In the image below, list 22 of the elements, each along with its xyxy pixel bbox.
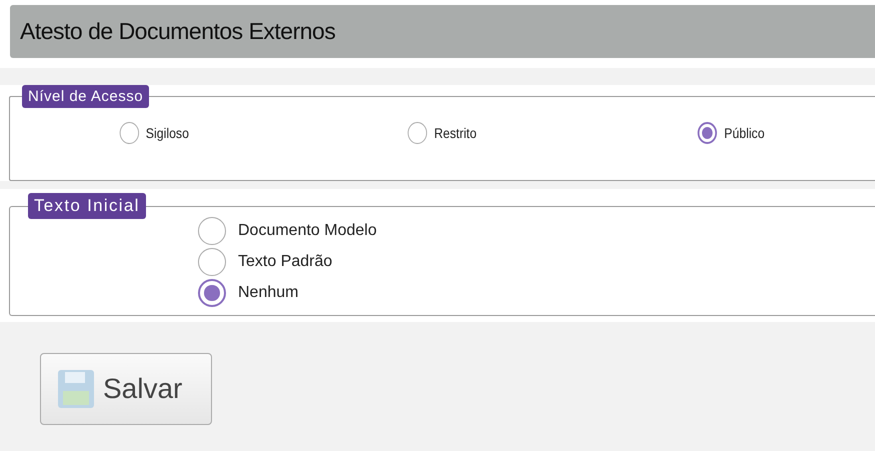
radio-option[interactable]: Texto Padrão: [198, 248, 875, 276]
radio-label: Documento Modelo: [238, 222, 377, 240]
section-legend: Texto Inicial: [28, 193, 146, 219]
section-legend: Nível de Acesso: [22, 85, 150, 108]
page-title: Atesto de Documentos Externos: [20, 18, 336, 45]
radio-label: Restrito: [434, 125, 477, 141]
save-button[interactable]: Salvar: [40, 353, 212, 425]
radio-label: Texto Padrão: [238, 253, 332, 271]
radio-option[interactable]: Documento Modelo: [198, 217, 875, 245]
radio-button[interactable]: [408, 122, 428, 144]
radio-option[interactable]: Restrito: [316, 122, 570, 144]
radio-option[interactable]: Público: [604, 122, 858, 144]
radio-button[interactable]: [697, 122, 717, 144]
radio-button[interactable]: [119, 122, 139, 144]
radio-button[interactable]: [198, 279, 226, 307]
radio-button[interactable]: [198, 217, 226, 245]
radio-option[interactable]: Nenhum: [198, 279, 875, 307]
radio-option[interactable]: Sigiloso: [27, 122, 282, 144]
radio-label: Nenhum: [238, 284, 298, 302]
radio-button[interactable]: [198, 248, 226, 276]
radio-label: Sigiloso: [146, 125, 189, 141]
radio-label: Público: [724, 125, 764, 141]
